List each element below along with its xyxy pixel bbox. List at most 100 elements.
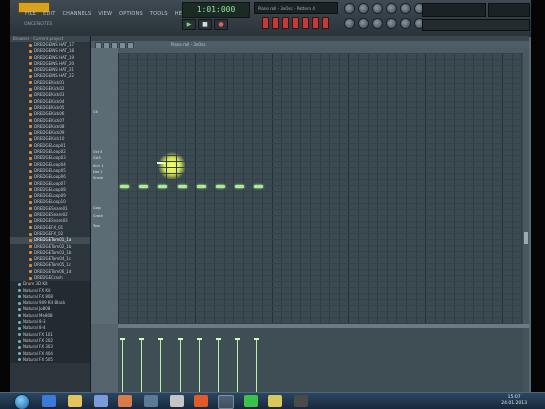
note[interactable]	[139, 185, 149, 188]
velocity-bar[interactable]	[235, 337, 241, 392]
grid-row	[118, 317, 523, 318]
grid-line	[386, 53, 388, 324]
main-toolbar: FILEEDITCHANNELSVIEWOPTIONSTOOLSHELP ONC…	[10, 0, 531, 37]
stop-button[interactable]: ■	[198, 19, 212, 30]
ie-icon[interactable]	[42, 395, 56, 407]
app-icon[interactable]	[294, 395, 308, 407]
note[interactable]	[120, 185, 129, 188]
browser-item-label: DREDGESnare01	[34, 205, 68, 211]
note[interactable]	[196, 185, 206, 188]
grid-line	[367, 53, 369, 324]
knob-icon[interactable]	[400, 3, 411, 14]
sample-icon	[29, 112, 32, 116]
menu-item-view[interactable]: VIEW	[97, 11, 113, 17]
note[interactable]	[158, 185, 168, 188]
event-target-panel	[91, 324, 118, 392]
menu-item-edit[interactable]: EDIT	[42, 11, 56, 17]
note[interactable]	[254, 185, 264, 188]
velocity-bar[interactable]	[158, 337, 164, 392]
record-button[interactable]: ●	[214, 19, 228, 30]
knob-icon[interactable]	[372, 3, 383, 14]
app-icon[interactable]	[170, 395, 184, 407]
velocity-bar[interactable]	[177, 337, 183, 392]
grid-row	[118, 125, 523, 126]
velocity-bar[interactable]	[139, 337, 145, 392]
tray-clock[interactable]: 15:07 24.01.2013	[501, 395, 527, 407]
meter-1[interactable]	[262, 17, 269, 29]
knob-icon[interactable]	[386, 3, 397, 14]
menu-item-file[interactable]: FILE	[24, 11, 37, 17]
velocity-bar[interactable]	[120, 337, 125, 392]
browser-item-label: DREDGEKick07	[34, 117, 65, 123]
knob-icon[interactable]	[344, 3, 355, 14]
sample-icon	[29, 182, 32, 186]
browser-item-label: Natural FX 101	[23, 331, 53, 337]
note[interactable]	[177, 185, 187, 188]
scrollbar-thumb[interactable]	[524, 232, 528, 244]
grid-line	[444, 53, 446, 324]
meter-6[interactable]	[312, 17, 319, 29]
meter-5[interactable]	[302, 17, 309, 29]
menu-item-tools[interactable]: TOOLS	[149, 11, 169, 17]
start-button[interactable]	[14, 394, 30, 409]
velocity-bar[interactable]	[216, 337, 221, 392]
grid-row	[118, 269, 523, 270]
browser-item[interactable]: Natural FX 505	[10, 356, 90, 364]
plugin-icon	[18, 282, 21, 286]
browser-item-label: DREDGELoop10	[34, 199, 66, 205]
grid-row	[118, 101, 523, 102]
firefox-icon[interactable]	[194, 395, 208, 407]
velocity-bar[interactable]	[254, 337, 260, 392]
piano-roll-title: Piano roll - 3xOsc	[171, 42, 206, 47]
piano-keys[interactable]: C6 Oct 5 G#5 Kick 1 Hat 1 Snare Clap Crash Tom	[91, 48, 119, 324]
plugin-icon	[18, 308, 21, 312]
media-icon[interactable]	[118, 395, 132, 407]
browser-item-label: Natural 8-3	[23, 319, 46, 325]
menu-item-channels[interactable]: CHANNELS	[61, 11, 92, 17]
grid-row	[118, 281, 523, 282]
velocity-bar[interactable]	[196, 337, 202, 392]
fl-studio-taskbar-icon[interactable]	[218, 395, 234, 409]
tray-date: 24.01.2013	[501, 401, 527, 406]
app-icon[interactable]	[244, 395, 258, 407]
explorer-icon[interactable]	[68, 395, 82, 407]
knob-icon[interactable]	[400, 18, 411, 29]
grid-row	[118, 251, 523, 252]
sample-icon	[29, 87, 32, 91]
note[interactable]	[235, 185, 245, 188]
meter-7[interactable]	[322, 17, 329, 29]
vertical-scrollbar[interactable]	[523, 48, 529, 324]
grid-line	[329, 53, 331, 324]
sample-icon	[29, 169, 32, 173]
knob-icon[interactable]	[372, 18, 383, 29]
app-icon[interactable]	[144, 395, 158, 407]
note-grid[interactable]	[118, 53, 523, 324]
menu-item-options[interactable]: OPTIONS	[118, 11, 144, 17]
browser-item-label: DREDGELoop04	[34, 161, 66, 167]
word-icon[interactable]	[94, 395, 108, 407]
browser-item-label: DREDGETom02_1b	[34, 243, 72, 249]
sample-icon	[29, 238, 32, 242]
grid-row	[118, 257, 523, 258]
browser-item-label: DREDGETom05_1c	[34, 262, 72, 268]
meter-4[interactable]	[292, 17, 299, 29]
browser-item-label: DREDGEFX_01	[34, 224, 64, 230]
grid-row	[118, 161, 523, 162]
right-letterbox	[531, 0, 545, 409]
grid-row	[118, 173, 523, 174]
knob-icon[interactable]	[358, 3, 369, 14]
knob-icon[interactable]	[386, 18, 397, 29]
velocity-editor[interactable]	[118, 328, 523, 392]
left-letterbox	[0, 0, 10, 409]
browser-item-label: DREDGETom06_1d	[34, 268, 72, 274]
knob-icon[interactable]	[358, 18, 369, 29]
grid-row	[118, 245, 523, 246]
knob-icon[interactable]	[344, 18, 355, 29]
key-label: Clap	[93, 206, 101, 210]
meter-2[interactable]	[272, 17, 279, 29]
note[interactable]	[216, 185, 225, 188]
meter-3[interactable]	[282, 17, 289, 29]
sample-icon	[29, 263, 32, 267]
folder-icon[interactable]	[268, 395, 282, 407]
play-button[interactable]: ▶	[182, 19, 196, 30]
